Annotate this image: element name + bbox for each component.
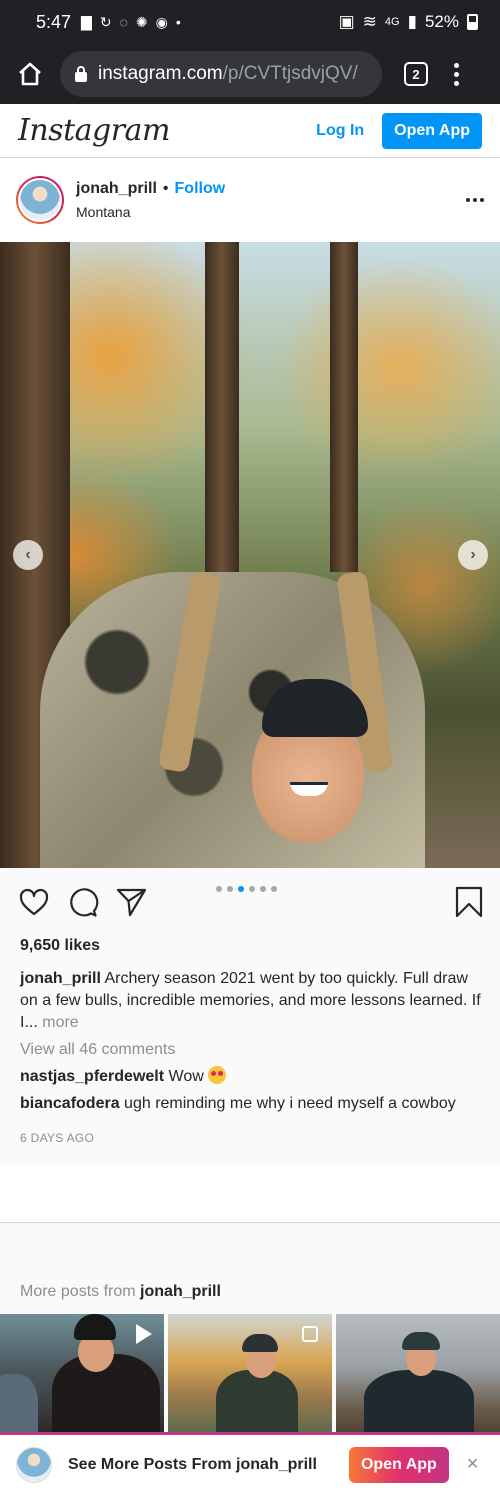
comment-icon[interactable] bbox=[67, 886, 99, 918]
settings-icon: ✺ bbox=[135, 13, 148, 30]
heart-icon[interactable] bbox=[18, 886, 50, 918]
multiple-photos-icon bbox=[302, 1326, 318, 1342]
app-icon: ◉ bbox=[155, 13, 168, 30]
post-details: 9,650 likes jonah_prill Archery season 2… bbox=[20, 935, 482, 1149]
thumb-person-cap bbox=[242, 1334, 278, 1352]
next-photo-button[interactable]: › bbox=[458, 540, 488, 570]
lock-icon bbox=[75, 66, 87, 82]
browser-toolbar: instagram.com/p/CVTtjsdvjQV/ 2 bbox=[0, 44, 500, 104]
caption-username[interactable]: jonah_prill bbox=[20, 970, 101, 987]
message-icon: ▇ bbox=[81, 13, 92, 30]
post-actions bbox=[0, 868, 500, 940]
menu-dot-icon bbox=[454, 62, 459, 68]
login-link[interactable]: Log In bbox=[316, 122, 364, 140]
status-bar: 5:47 ▇ ↻ ◌ ✺ ◉ • ▣ ≋ 4G ▮ 52% bbox=[0, 0, 500, 44]
tree-trunk bbox=[330, 242, 358, 572]
comment-username[interactable]: nastjas_pferdewelt bbox=[20, 1068, 164, 1085]
options-dot-icon bbox=[480, 198, 484, 202]
options-dot-icon bbox=[466, 198, 470, 202]
more-posts-prefix: More posts from bbox=[20, 1283, 136, 1300]
carousel-dot bbox=[238, 886, 244, 892]
chevron-left-icon: ‹ bbox=[25, 546, 31, 563]
banner-close-icon[interactable]: × bbox=[467, 1453, 479, 1476]
carousel-dot bbox=[227, 886, 233, 892]
comment-username[interactable]: biancafodera bbox=[20, 1095, 120, 1112]
post-meta-row: jonah_prill • Follow bbox=[76, 180, 225, 198]
bookmark-icon[interactable] bbox=[453, 886, 485, 918]
carousel-dot bbox=[260, 886, 266, 892]
heart-eyes-emoji-icon bbox=[208, 1066, 227, 1084]
video-play-icon bbox=[136, 1324, 152, 1344]
post-timestamp[interactable]: 6 DAYS AGO bbox=[20, 1127, 482, 1149]
separator-dot: • bbox=[162, 180, 169, 197]
thumb-person bbox=[0, 1374, 38, 1432]
view-all-comments-link[interactable]: View all 46 comments bbox=[20, 1039, 482, 1061]
post-options-button[interactable] bbox=[466, 198, 484, 202]
post-image[interactable]: ‹ › bbox=[0, 242, 500, 868]
home-icon bbox=[19, 62, 41, 86]
comment-text: ugh reminding me why i need myself a cow… bbox=[124, 1095, 456, 1112]
avatar[interactable] bbox=[16, 176, 64, 224]
banner-open-app-button[interactable]: Open App bbox=[348, 1446, 449, 1483]
notification-icons: ▇ ↻ ◌ ✺ ◉ • bbox=[81, 14, 181, 31]
post-header: jonah_prill • Follow Montana bbox=[0, 158, 500, 242]
thumb-person-cap bbox=[74, 1314, 116, 1340]
browser-menu-button[interactable] bbox=[454, 62, 459, 86]
previous-photo-button[interactable]: ‹ bbox=[13, 540, 43, 570]
comment-text: Wow bbox=[168, 1068, 204, 1085]
bottom-app-banner: See More Posts From jonah_prill Open App… bbox=[0, 1432, 500, 1494]
post-username[interactable]: jonah_prill bbox=[76, 180, 157, 198]
carousel-dot bbox=[271, 886, 277, 892]
menu-dot-icon bbox=[454, 71, 459, 77]
signal-icon: ▮ bbox=[407, 12, 417, 31]
url-domain: instagram.com bbox=[98, 63, 223, 84]
comment-item: nastjas_pferdewelt Wow bbox=[20, 1066, 482, 1088]
tabs-button[interactable]: 2 bbox=[404, 62, 428, 86]
post-thumbnail[interactable] bbox=[0, 1314, 164, 1432]
avatar-frame bbox=[18, 178, 62, 222]
location-icon: ◌ bbox=[119, 14, 128, 30]
follow-button[interactable]: Follow bbox=[175, 180, 226, 198]
network-type: 4G bbox=[384, 16, 400, 28]
more-posts-username[interactable]: jonah_prill bbox=[140, 1283, 221, 1300]
post-thumbnail[interactable] bbox=[168, 1314, 332, 1432]
instagram-logo[interactable]: Instagram bbox=[18, 113, 170, 148]
banner-text: See More Posts From jonah_prill bbox=[68, 1455, 317, 1473]
menu-dot-icon bbox=[454, 80, 459, 86]
post-thumbnail[interactable] bbox=[336, 1314, 500, 1432]
thumb-person bbox=[364, 1370, 474, 1432]
battery-percent: 52% bbox=[424, 12, 459, 31]
lock-icon: ▣ bbox=[338, 12, 355, 31]
carousel-indicator bbox=[216, 886, 277, 892]
carousel-dot bbox=[249, 886, 255, 892]
options-dot-icon bbox=[473, 198, 477, 202]
status-time: 5:47 bbox=[36, 11, 72, 32]
section-divider bbox=[0, 1165, 500, 1223]
more-posts-heading: More posts from jonah_prill bbox=[20, 1283, 221, 1301]
post-caption: jonah_prill Archery season 2021 went by … bbox=[20, 968, 482, 1034]
comment-item: biancafodera ugh reminding me why i need… bbox=[20, 1093, 482, 1115]
post-location[interactable]: Montana bbox=[76, 204, 225, 220]
thumb-person bbox=[216, 1370, 298, 1432]
banner-avatar bbox=[16, 1446, 52, 1483]
instagram-header: Instagram Log In Open App bbox=[0, 104, 500, 158]
caption-more-link[interactable]: more bbox=[42, 1014, 78, 1031]
battery-icon bbox=[467, 14, 478, 30]
post-meta: jonah_prill • Follow Montana bbox=[76, 180, 225, 220]
more-posts-grid bbox=[0, 1314, 500, 1432]
dot-icon: • bbox=[175, 14, 181, 30]
thumb-person-cap bbox=[402, 1332, 440, 1350]
address-bar[interactable]: instagram.com/p/CVTtjsdvjQV/ bbox=[60, 51, 382, 97]
carousel-dot bbox=[216, 886, 222, 892]
chevron-right-icon: › bbox=[470, 546, 476, 563]
home-button[interactable] bbox=[14, 58, 46, 90]
sync-icon: ↻ bbox=[99, 13, 112, 30]
open-app-button[interactable]: Open App bbox=[382, 112, 482, 149]
url-path: /p/CVTtjsdvjQV/ bbox=[222, 63, 358, 84]
share-icon[interactable] bbox=[116, 886, 148, 918]
avatar-image bbox=[20, 180, 60, 220]
like-count[interactable]: 9,650 likes bbox=[20, 935, 482, 957]
wifi-icon: ≋ bbox=[362, 12, 377, 31]
status-right: ▣ ≋ 4G ▮ 52% bbox=[339, 12, 478, 32]
